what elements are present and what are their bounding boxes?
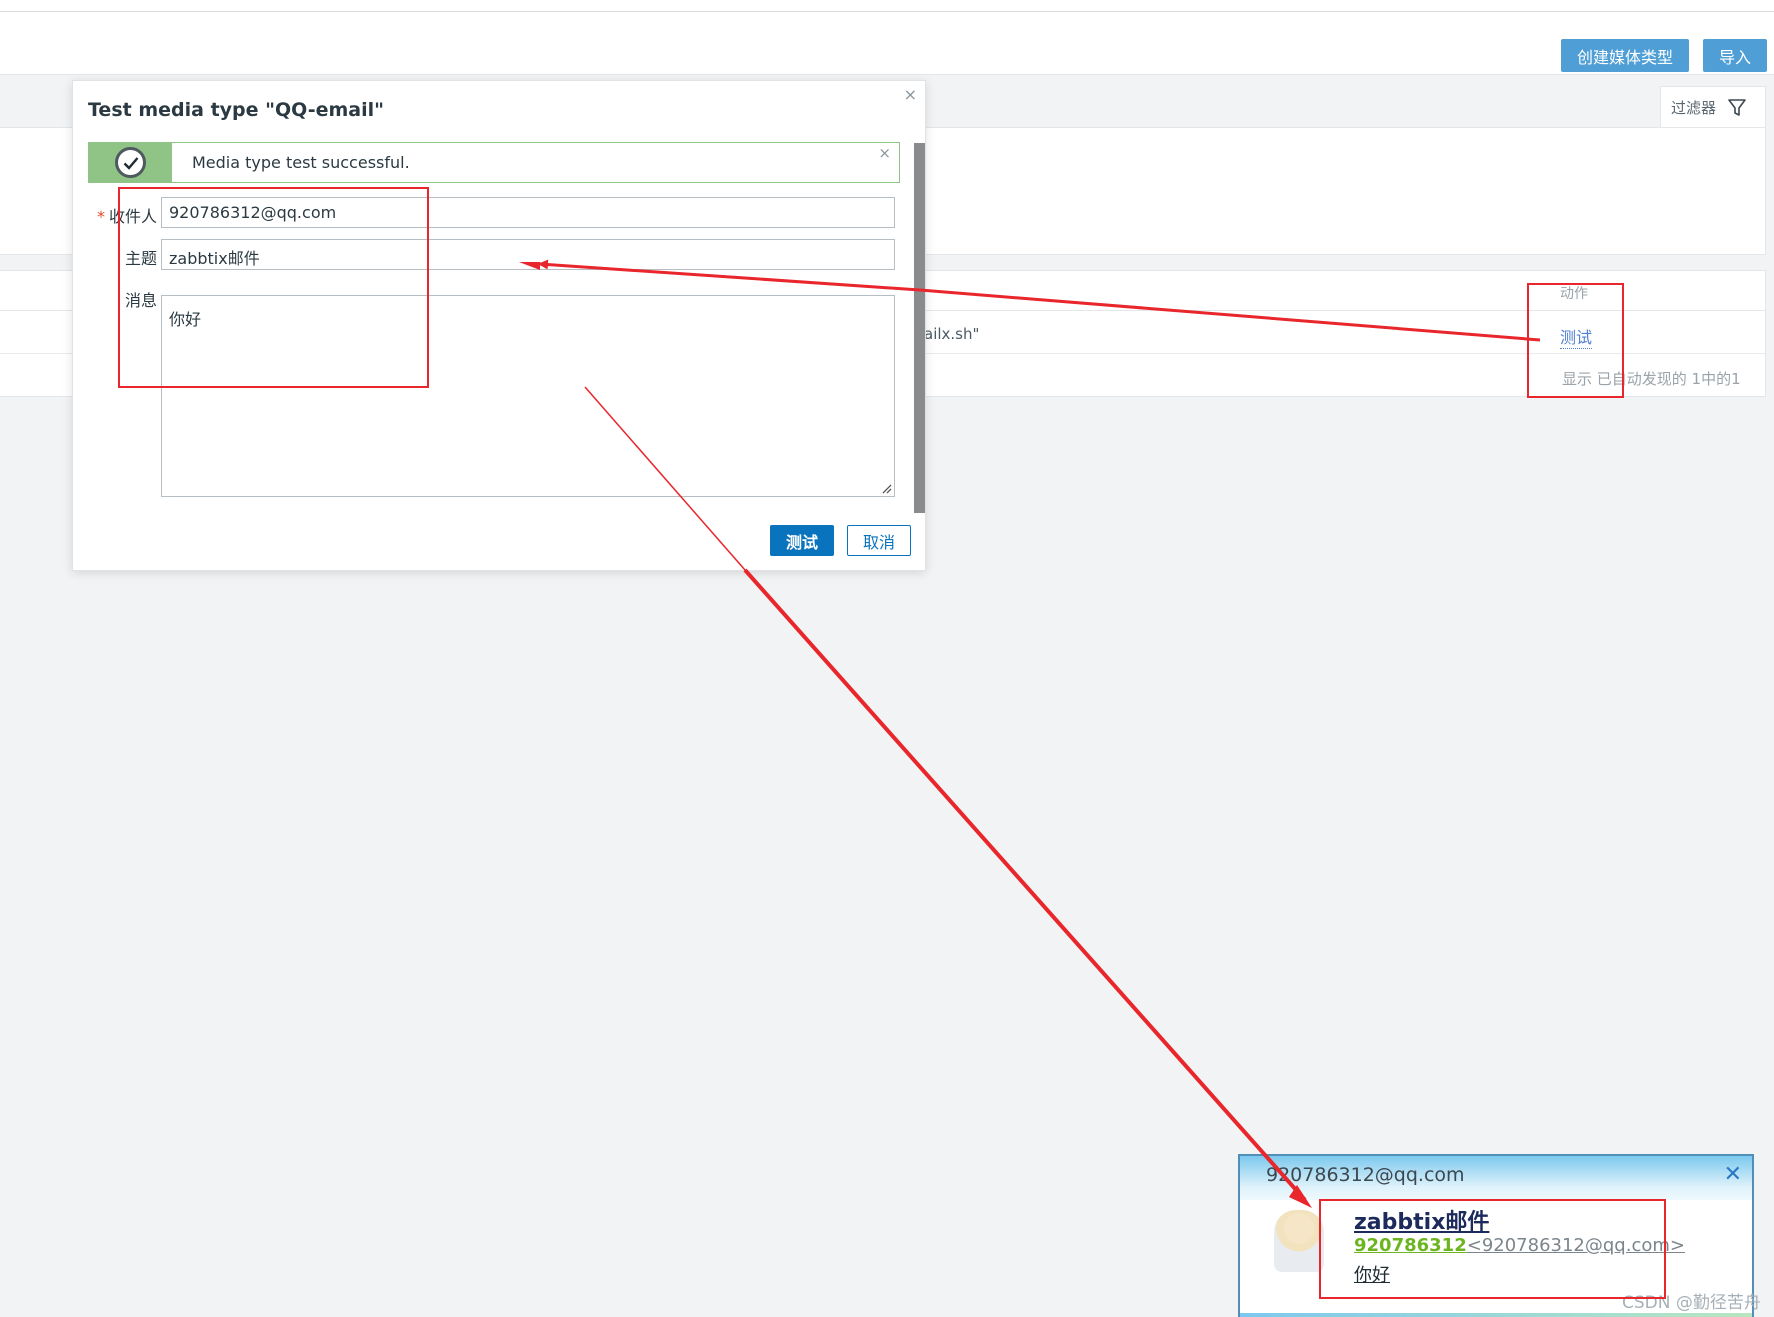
page-header: 创建媒体类型 导入 [0,12,1774,75]
filter-label: 过滤器 [1671,99,1717,117]
test-button[interactable]: 测试 [770,525,834,556]
success-message-box: Media type test successful. × [88,142,900,183]
user-avatar-icon [1274,1210,1324,1272]
dialog-scrollbar[interactable] [914,143,925,513]
success-message-close[interactable]: × [878,144,891,162]
success-icon-area [89,143,172,182]
notification-recipient: 920786312@qq.com [1266,1164,1465,1186]
filter-tab[interactable]: 过滤器 [1660,86,1766,128]
check-circle-icon [115,147,146,178]
script-cell: ailx.sh" [924,325,980,343]
annotation-box-action [1527,283,1624,398]
dialog-title: Test media type "QQ-email" [88,99,385,121]
resize-grip-icon[interactable] [880,482,892,494]
notification-header: 920786312@qq.com ✕ [1240,1156,1752,1200]
notification-bottom-bar [1240,1313,1752,1317]
annotation-box-mail [1319,1199,1666,1299]
cancel-button[interactable]: 取消 [847,525,911,556]
import-button[interactable]: 导入 [1703,39,1767,72]
required-marker: * [96,207,105,226]
notification-close-icon[interactable]: ✕ [1724,1162,1742,1187]
dialog-close-button[interactable]: × [904,85,917,104]
create-media-type-button[interactable]: 创建媒体类型 [1561,39,1689,72]
arrow-to-mail [743,568,1307,1202]
funnel-icon [1728,98,1746,116]
success-message-text: Media type test successful. [192,153,410,172]
annotation-box-form [118,187,429,388]
top-bar [0,0,1774,12]
